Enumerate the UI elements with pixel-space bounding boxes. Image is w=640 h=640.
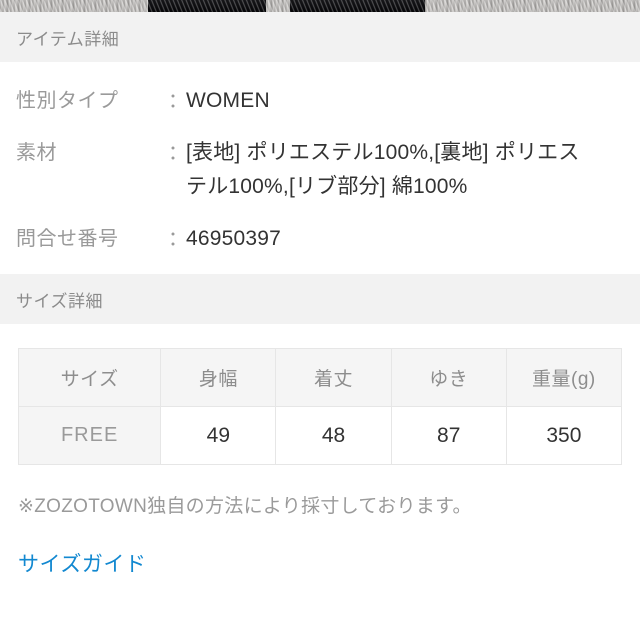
spec-colon-product-number: ： bbox=[168, 228, 188, 250]
size-detail-section-title: サイズ詳細 bbox=[16, 291, 103, 311]
table-header-row: サイズ 身幅 着丈 ゆき 重量(g) bbox=[17, 348, 623, 407]
table-cell-sleeve: 87 bbox=[390, 406, 507, 465]
spec-row-material: 素材 ： [表地] ポリエステル100%,[裏地] ポリエステル100%,[リブ… bbox=[0, 136, 640, 204]
spec-value-product-number: 46950397 bbox=[186, 227, 282, 250]
measurement-note: ※ZOZOTOWN独自の方法により採寸しております。 bbox=[18, 496, 472, 517]
table-cell-size-name: FREE bbox=[17, 406, 162, 465]
table-cell-length: 48 bbox=[275, 406, 392, 465]
size-measurement-table: サイズ 身幅 着丈 ゆき 重量(g) FREE 49 48 87 350 bbox=[17, 348, 623, 465]
size-guide-link[interactable]: サイズガイド bbox=[18, 553, 146, 576]
table-header-sleeve: ゆき bbox=[390, 348, 507, 407]
table-row: FREE 49 48 87 350 bbox=[17, 406, 623, 465]
table-header-weight: 重量(g) bbox=[505, 348, 623, 407]
spec-row-product-number: 問合せ番号 ： 46950397 bbox=[0, 222, 640, 256]
photo-dark-region-1 bbox=[148, 0, 266, 12]
table-header-size: サイズ bbox=[17, 348, 162, 407]
spec-colon-gender-type: ： bbox=[168, 90, 188, 112]
spec-row-gender-type: 性別タイプ ： WOMEN bbox=[0, 84, 640, 118]
item-detail-spec-list: 性別タイプ ： WOMEN 素材 ： [表地] ポリエステル100%,[裏地] … bbox=[0, 62, 640, 256]
photo-dark-region-2 bbox=[290, 0, 425, 12]
table-header-length: 着丈 bbox=[275, 348, 392, 407]
table-cell-body-width: 49 bbox=[160, 406, 277, 465]
size-detail-section-header: サイズ詳細 bbox=[0, 274, 640, 324]
table-header-body-width: 身幅 bbox=[160, 348, 277, 407]
spec-colon-material: ： bbox=[168, 142, 188, 164]
table-cell-weight: 350 bbox=[505, 406, 623, 465]
product-detail-page: アイテム詳細 性別タイプ ： WOMEN 素材 ： [表地] ポリエステル100… bbox=[0, 0, 640, 640]
spec-label-gender-type: 性別タイプ bbox=[16, 90, 119, 112]
spec-value-material: [表地] ポリエステル100%,[裏地] ポリエステル100%,[リブ部分] 綿… bbox=[186, 141, 580, 198]
size-guide-link-wrapper: サイズガイド bbox=[0, 518, 640, 578]
spec-value-gender-type: WOMEN bbox=[186, 89, 270, 112]
spec-label-product-number: 問合せ番号 bbox=[16, 228, 119, 250]
spec-label-material: 素材 bbox=[16, 142, 57, 164]
item-detail-section-header: アイテム詳細 bbox=[0, 12, 640, 62]
size-table-wrapper: サイズ 身幅 着丈 ゆき 重量(g) FREE 49 48 87 350 bbox=[0, 324, 640, 465]
item-detail-section-title: アイテム詳細 bbox=[16, 29, 120, 49]
product-photo-strip[interactable] bbox=[0, 0, 640, 12]
